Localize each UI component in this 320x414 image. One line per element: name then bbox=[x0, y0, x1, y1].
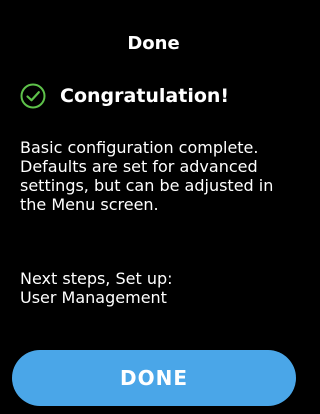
status-heading: Congratulation! bbox=[60, 85, 230, 107]
page-title: Done bbox=[127, 33, 180, 54]
done-screen: Done Congratulation! Basic configuration… bbox=[0, 0, 307, 414]
next-steps: Next steps, Set up: User Management bbox=[20, 269, 300, 307]
next-steps-item: User Management bbox=[20, 288, 167, 307]
status-row: Congratulation! bbox=[20, 82, 229, 110]
done-button[interactable]: DONE bbox=[12, 350, 296, 406]
check-circle-icon bbox=[20, 83, 46, 109]
completion-message: Basic configuration complete. Defaults a… bbox=[20, 138, 274, 214]
next-steps-label: Next steps, Set up: bbox=[20, 269, 173, 288]
